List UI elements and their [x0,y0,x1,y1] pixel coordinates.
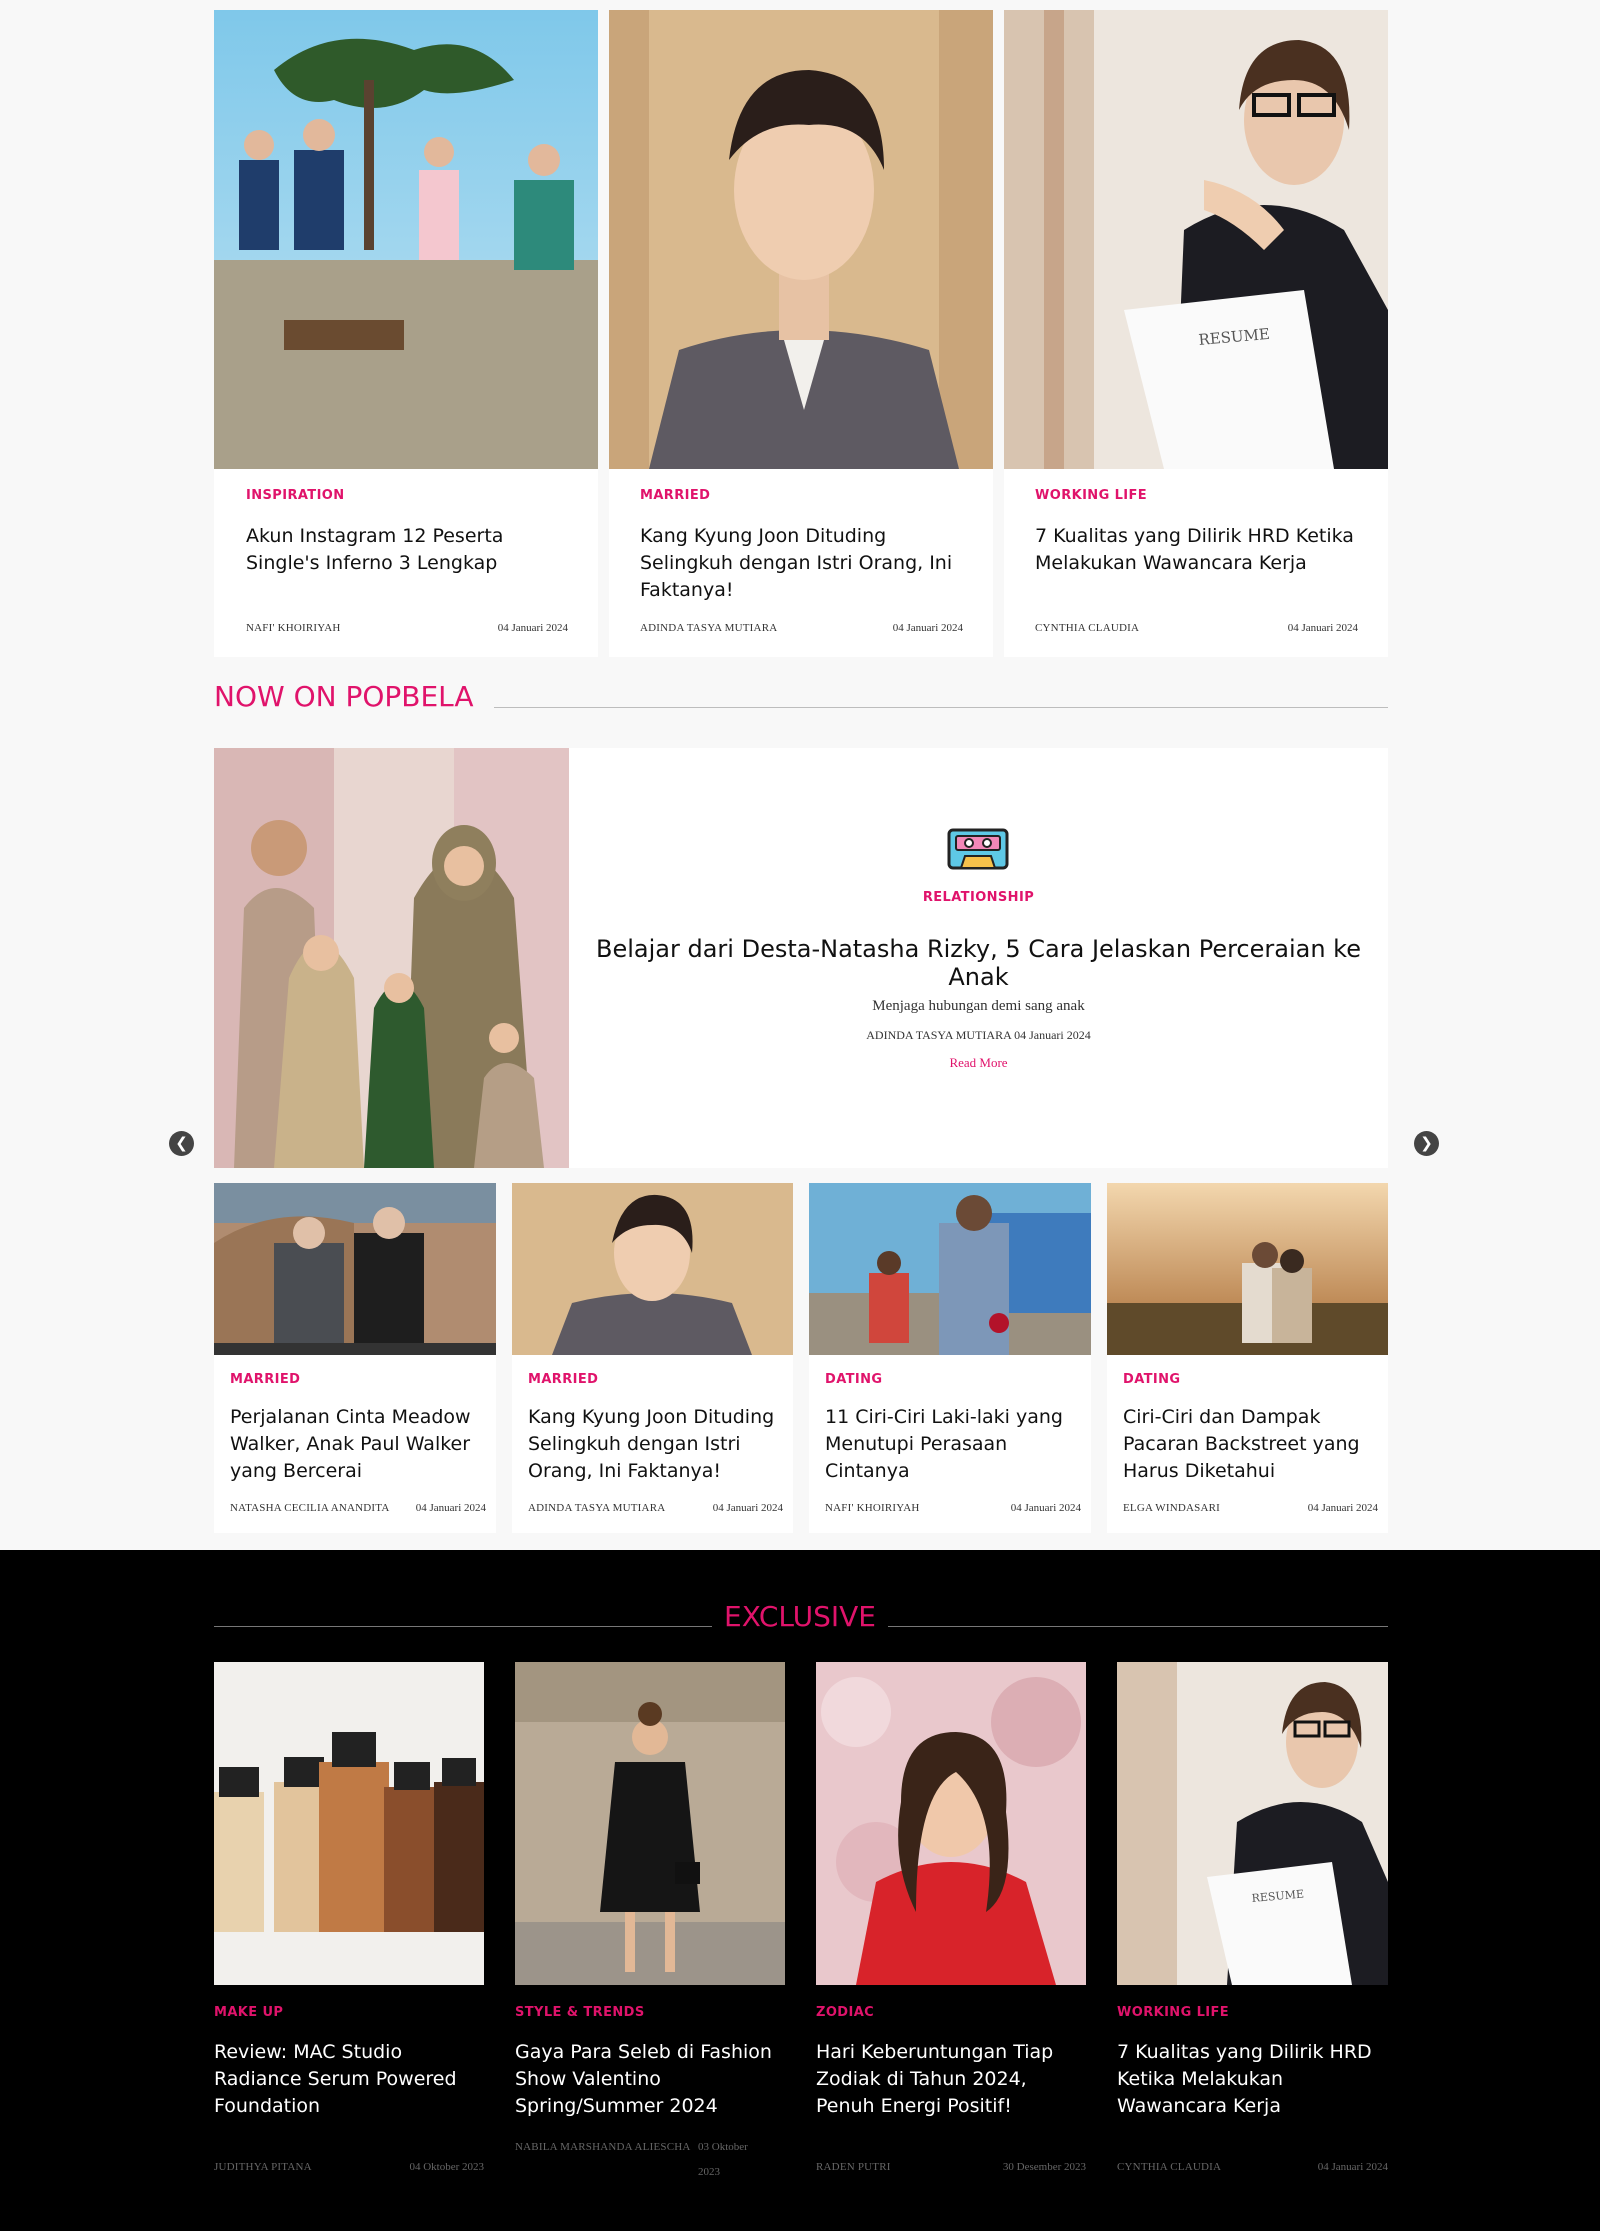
article-date: 04 Januari 2024 [1307,1502,1378,1514]
article-author[interactable]: NAFI' KHOIRIYAH [246,622,341,634]
article-title[interactable]: Hari Keberuntungan Tiap Zodiak di Tahun … [816,2039,1086,2120]
now-card-1[interactable]: MARRIED Perjalanan Cinta Meadow Walker, … [214,1183,496,1533]
article-date: 04 Januari 2024 [1287,622,1358,634]
article-date: 04 Oktober 2023 [409,2161,484,2173]
top-card-3[interactable]: RESUME WORKING LIFE 7 Kualitas yang Dili… [1004,10,1388,657]
top-card-1[interactable]: INSPIRATION Akun Instagram 12 Peserta Si… [214,10,598,657]
exclusive-card-image[interactable]: RESUME [1117,1662,1388,1985]
featured-image[interactable] [214,748,569,1168]
chevron-left-icon[interactable]: ❮ [169,1131,194,1156]
featured-meta: ADINDA TASYA MUTIARA 04 Januari 2024 [866,1028,1091,1042]
article-date: 04 Januari 2024 [1010,1502,1081,1514]
article-category[interactable]: MAKE UP [214,2005,283,2020]
article-author[interactable]: JUDITHYA PITANA [214,2161,312,2173]
article-title[interactable]: Perjalanan Cinta Meadow Walker, Anak Pau… [230,1404,480,1485]
section-divider [214,1626,712,1627]
article-title[interactable]: Review: MAC Studio Radiance Serum Powere… [214,2039,484,2120]
exclusive-card-2[interactable]: STYLE & TRENDS Gaya Para Seleb di Fashio… [515,1662,785,2182]
now-card-image[interactable] [512,1183,793,1355]
article-date: 04 Januari 2024 [892,622,963,634]
now-card-2[interactable]: MARRIED Kang Kyung Joon Dituding Selingk… [512,1183,793,1533]
article-category[interactable]: WORKING LIFE [1035,488,1147,503]
top-card-image[interactable] [214,10,598,469]
article-author[interactable]: ADINDA TASYA MUTIARA [640,622,777,634]
top-card-image[interactable]: RESUME [1004,10,1388,469]
now-card-image[interactable] [1107,1183,1388,1355]
article-category[interactable]: DATING [825,1372,883,1387]
article-date: 04 Januari 2024 [415,1502,486,1514]
article-author[interactable]: ADINDA TASYA MUTIARA [528,1502,665,1514]
top-card-2[interactable]: MARRIED Kang Kyung Joon Dituding Selingk… [609,10,993,657]
article-date: 04 Januari 2024 [712,1502,783,1514]
exclusive-card-3[interactable]: ZODIAC Hari Keberuntungan Tiap Zodiak di… [816,1662,1086,2182]
top-card-image[interactable] [609,10,993,469]
section-heading-now-on-popbela: NOW ON POPBELA [214,680,474,713]
article-date: 30 Desember 2023 [1002,2161,1086,2173]
exclusive-card-image[interactable] [515,1662,785,1985]
exclusive-section: EXCLUSIVE MAKE UP Review: MAC Studio Rad… [0,1550,1600,2231]
article-author[interactable]: CYNTHIA CLAUDIA [1035,622,1139,634]
article-title[interactable]: Kang Kyung Joon Dituding Selingkuh denga… [640,523,970,604]
article-title[interactable]: Ciri-Ciri dan Dampak Pacaran Backstreet … [1123,1404,1373,1485]
featured-article[interactable]: RELATIONSHIP Belajar dari Desta-Natasha … [214,748,1388,1168]
article-title[interactable]: Akun Instagram 12 Peserta Single's Infer… [246,523,576,577]
article-date: 03 Oktober 2023 [698,2141,748,2178]
article-author[interactable]: NATASHA CECILIA ANANDITA [230,1502,389,1514]
exclusive-card-4[interactable]: RESUME WORKING LIFE 7 Kualitas yang Dili… [1117,1662,1388,2182]
article-author[interactable]: ELGA WINDASARI [1123,1502,1220,1514]
article-title[interactable]: Gaya Para Seleb di Fashion Show Valentin… [515,2039,785,2120]
article-title[interactable]: Kang Kyung Joon Dituding Selingkuh denga… [528,1404,778,1485]
article-author[interactable]: NABILA MARSHANDA ALIESCHA [515,2135,700,2160]
article-author[interactable]: RADEN PUTRI [816,2161,891,2173]
article-category[interactable]: ZODIAC [816,2005,874,2020]
now-card-image[interactable] [809,1183,1091,1355]
article-category[interactable]: WORKING LIFE [1117,2005,1229,2020]
article-title[interactable]: 11 Ciri-Ciri Laki-laki yang Menutupi Per… [825,1404,1075,1485]
section-divider [494,707,1388,708]
article-category[interactable]: STYLE & TRENDS [515,2005,645,2020]
article-category[interactable]: INSPIRATION [246,488,345,503]
article-date: 04 Januari 2024 [497,622,568,634]
now-card-4[interactable]: DATING Ciri-Ciri dan Dampak Pacaran Back… [1107,1183,1388,1533]
now-card-3[interactable]: DATING 11 Ciri-Ciri Laki-laki yang Menut… [809,1183,1091,1533]
article-category[interactable]: MARRIED [230,1372,300,1387]
featured-summary: Menjaga hubungan demi sang anak [872,998,1085,1014]
featured-title[interactable]: Belajar dari Desta-Natasha Rizky, 5 Cara… [569,935,1388,991]
exclusive-card-image[interactable] [816,1662,1086,1985]
article-category[interactable]: DATING [1123,1372,1181,1387]
section-divider [888,1626,1388,1627]
featured-category[interactable]: RELATIONSHIP [569,890,1388,905]
exclusive-card-1[interactable]: MAKE UP Review: MAC Studio Radiance Seru… [214,1662,484,2182]
article-date: 04 Januari 2024 [1317,2161,1388,2173]
article-category[interactable]: MARRIED [528,1372,598,1387]
section-heading-exclusive: EXCLUSIVE [724,1600,876,1633]
chevron-right-icon[interactable]: ❯ [1414,1131,1439,1156]
exclusive-card-image[interactable] [214,1662,484,1985]
article-title[interactable]: 7 Kualitas yang Dilirik HRD Ketika Melak… [1117,2039,1388,2120]
read-more-link[interactable]: Read More [569,1055,1388,1071]
article-author[interactable]: CYNTHIA CLAUDIA [1117,2161,1221,2173]
article-title[interactable]: 7 Kualitas yang Dilirik HRD Ketika Melak… [1035,523,1365,577]
cassette-tape-icon [947,828,1009,870]
article-author[interactable]: NAFI' KHOIRIYAH [825,1502,920,1514]
article-category[interactable]: MARRIED [640,488,710,503]
now-card-image[interactable] [214,1183,496,1355]
